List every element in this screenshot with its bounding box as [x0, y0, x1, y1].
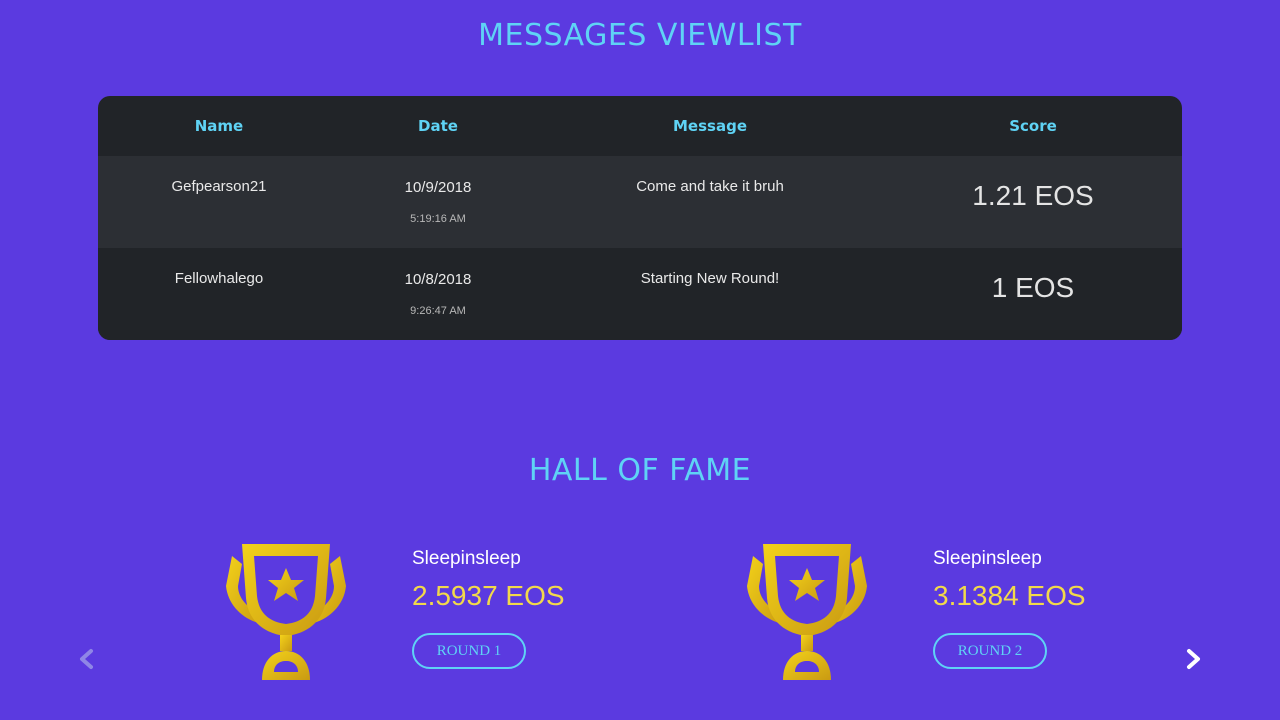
row-date-day: 10/8/2018	[404, 271, 472, 288]
hall-of-fame-title: HALL OF FAME	[528, 453, 752, 488]
row-date: 10/9/2018 5:19:16 AM	[340, 156, 536, 248]
row-score: 1.21 EOS	[972, 180, 1094, 211]
row-name: Gefpearson21	[171, 178, 267, 195]
winner-name: Sleepinsleep	[412, 548, 521, 569]
chevron-left-icon[interactable]	[77, 648, 97, 670]
row-score: 1 EOS	[991, 272, 1075, 303]
row-message: Starting New Round!	[640, 270, 780, 287]
row-date: 10/8/2018 9:26:47 AM	[340, 248, 536, 340]
column-header-message: Message	[673, 117, 747, 135]
row-message: Come and take it bruh	[636, 178, 784, 195]
chevron-right-icon[interactable]	[1183, 648, 1203, 670]
row-date-day: 10/9/2018	[404, 179, 472, 196]
row-name: Fellowhalego	[174, 270, 264, 287]
column-header-name: Name	[194, 117, 244, 135]
trophy-icon	[747, 544, 867, 680]
table-header: Name Date Message Score	[98, 96, 1182, 156]
row-date-time: 5:19:16 AM	[410, 213, 466, 225]
table-row: Fellowhalego 10/8/2018 9:26:47 AM Starti…	[98, 248, 1182, 340]
messages-title: MESSAGES VIEWLIST	[478, 18, 802, 53]
row-date-time: 9:26:47 AM	[410, 305, 466, 317]
trophy-icon	[226, 544, 346, 680]
round-2-button[interactable]: ROUND 2	[933, 633, 1047, 669]
messages-table: Name Date Message Score Gefpearson21 10/…	[98, 96, 1182, 340]
winner-name: Sleepinsleep	[933, 548, 1042, 569]
column-header-score: Score	[1009, 117, 1057, 135]
winner-amount: 3.1384 EOS	[933, 580, 1086, 611]
round-1-button[interactable]: ROUND 1	[412, 633, 526, 669]
winner-amount: 2.5937 EOS	[412, 580, 565, 611]
table-row: Gefpearson21 10/9/2018 5:19:16 AM Come a…	[98, 156, 1182, 248]
column-header-date: Date	[418, 117, 458, 135]
